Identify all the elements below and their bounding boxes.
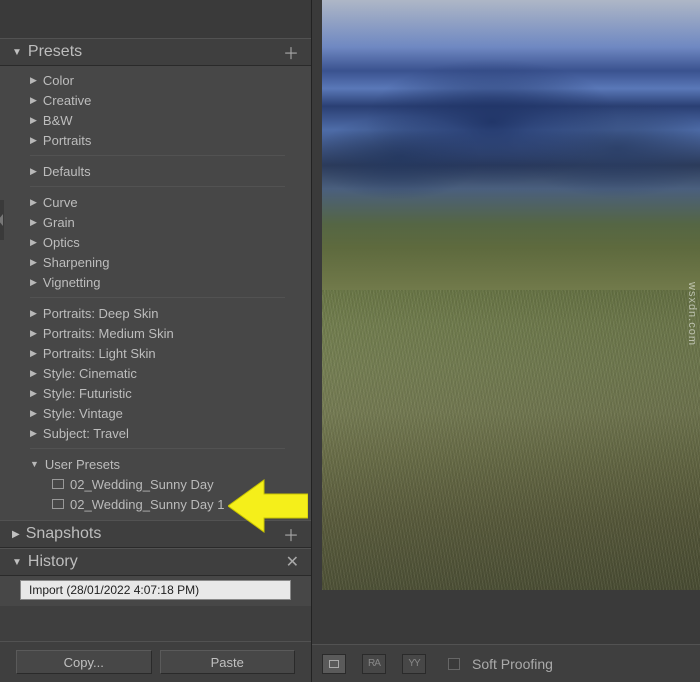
preset-folder-label: Portraits: Medium Skin (43, 326, 174, 341)
divider (30, 448, 285, 449)
chevron-right-icon: ▶ (12, 529, 20, 540)
preset-folder-label: Portraits: Deep Skin (43, 306, 159, 321)
chevron-right-icon: ▶ (30, 75, 37, 86)
chevron-right-icon: ▶ (30, 257, 37, 268)
chevron-right-icon: ▶ (30, 328, 37, 339)
preset-folder[interactable]: ▶ Sharpening (10, 252, 301, 272)
divider (30, 186, 285, 187)
preset-item[interactable]: 02_Wedding_Sunny Day 1 (10, 494, 301, 514)
preset-folder[interactable]: ▶ Defaults (10, 161, 301, 181)
history-panel-header[interactable]: ▼ History ✕ (0, 548, 311, 576)
preset-folder-label: Style: Vintage (43, 406, 123, 421)
presets-title: Presets (28, 43, 279, 61)
preset-folder[interactable]: ▶ Grain (10, 212, 301, 232)
divider (30, 155, 285, 156)
chevron-right-icon: ▶ (30, 95, 37, 106)
preset-folder[interactable]: ▶ Creative (10, 90, 301, 110)
paste-button[interactable]: Paste (160, 650, 296, 674)
chevron-right-icon: ▶ (30, 217, 37, 228)
chevron-right-icon: ▶ (30, 166, 37, 177)
preset-folder-label: Sharpening (43, 255, 110, 270)
left-side-panel: ▼ Presets ＋ ▶ Color ▶ Creative ▶ B&W ▶ Portrait… (0, 0, 312, 682)
preset-folder-label: Grain (43, 215, 75, 230)
left-bottom-bar: Copy... Paste (0, 641, 311, 682)
history-panel-body: Import (28/01/2022 4:07:18 PM) (0, 576, 311, 606)
chevron-right-icon: ▶ (30, 368, 37, 379)
preset-folder[interactable]: ▶ Curve (10, 192, 301, 212)
snapshots-title: Snapshots (26, 525, 279, 543)
chevron-right-icon: ▶ (30, 348, 37, 359)
preset-folder-label: Curve (43, 195, 78, 210)
preset-item-label: 02_Wedding_Sunny Day (70, 477, 214, 492)
chevron-right-icon: ▶ (30, 277, 37, 288)
panel-collapse-handle[interactable] (0, 200, 4, 240)
chevron-down-icon: ▼ (30, 459, 39, 469)
chevron-down-icon: ▼ (12, 557, 22, 568)
preset-folder-label: B&W (43, 113, 73, 128)
preset-folder[interactable]: ▶ Style: Cinematic (10, 363, 301, 383)
preset-folder-label: Style: Futuristic (43, 386, 132, 401)
preset-folder[interactable]: ▶ B&W (10, 110, 301, 130)
preset-folder-label: Style: Cinematic (43, 366, 137, 381)
chevron-right-icon: ▶ (30, 237, 37, 248)
preset-folder[interactable]: ▶ Portraits: Medium Skin (10, 323, 301, 343)
preset-folder-label: Portraits: Light Skin (43, 346, 156, 361)
soft-proofing-checkbox[interactable] (448, 658, 460, 670)
view-before-after-lr-button[interactable]: RA (362, 654, 386, 674)
preset-folder[interactable]: ▼ User Presets (10, 454, 301, 474)
preset-folder-label: Optics (43, 235, 80, 250)
chevron-right-icon: ▶ (30, 197, 37, 208)
divider (30, 297, 285, 298)
snapshots-panel-header[interactable]: ▶ Snapshots ＋ (0, 520, 311, 548)
watermark: wsxdn.com (686, 282, 698, 346)
panel-top-spacer (0, 0, 311, 38)
image-canvas[interactable] (312, 0, 700, 644)
preset-folder-label: User Presets (45, 457, 120, 472)
presets-panel-body: ▶ Color ▶ Creative ▶ B&W ▶ Portraits ▶ Defaults ▶ C… (0, 66, 311, 520)
history-title: History (28, 553, 282, 571)
preview-image (322, 0, 700, 590)
presets-add-button[interactable]: ＋ (279, 40, 303, 64)
chevron-right-icon: ▶ (30, 408, 37, 419)
preset-folder-label: Creative (43, 93, 91, 108)
presets-panel-header[interactable]: ▼ Presets ＋ (0, 38, 311, 66)
preset-folder-label: Color (43, 73, 74, 88)
preset-folder[interactable]: ▶ Portraits (10, 130, 301, 150)
chevron-right-icon: ▶ (30, 308, 37, 319)
preset-folder[interactable]: ▶ Portraits: Deep Skin (10, 303, 301, 323)
view-before-after-tb-button[interactable]: YY (402, 654, 426, 674)
preview-toolbar: RA YY Soft Proofing (312, 644, 700, 682)
preset-folder[interactable]: ▶ Style: Futuristic (10, 383, 301, 403)
preset-folder-label: Subject: Travel (43, 426, 129, 441)
chevron-right-icon: ▶ (30, 428, 37, 439)
soft-proofing-label: Soft Proofing (472, 656, 553, 672)
history-entry[interactable]: Import (28/01/2022 4:07:18 PM) (20, 580, 291, 600)
preview-area: RA YY Soft Proofing (312, 0, 700, 682)
preset-folder-label: Defaults (43, 164, 91, 179)
preset-folder[interactable]: ▶ Portraits: Light Skin (10, 343, 301, 363)
preset-icon (52, 499, 64, 509)
preset-folder[interactable]: ▶ Vignetting (10, 272, 301, 292)
history-clear-button[interactable]: ✕ (282, 552, 303, 572)
preset-icon (52, 479, 64, 489)
view-loupe-button[interactable] (322, 654, 346, 674)
preset-item-label: 02_Wedding_Sunny Day 1 (70, 497, 224, 512)
preset-folder[interactable]: ▶ Optics (10, 232, 301, 252)
preset-folder[interactable]: ▶ Style: Vintage (10, 403, 301, 423)
preset-folder[interactable]: ▶ Color (10, 70, 301, 90)
snapshots-add-button[interactable]: ＋ (279, 522, 303, 546)
preset-item[interactable]: 02_Wedding_Sunny Day (10, 474, 301, 494)
chevron-right-icon: ▶ (30, 135, 37, 146)
preset-folder-label: Vignetting (43, 275, 101, 290)
chevron-right-icon: ▶ (30, 115, 37, 126)
copy-button[interactable]: Copy... (16, 650, 152, 674)
chevron-right-icon: ▶ (30, 388, 37, 399)
preset-folder[interactable]: ▶ Subject: Travel (10, 423, 301, 443)
chevron-down-icon: ▼ (12, 47, 22, 58)
preset-folder-label: Portraits (43, 133, 91, 148)
